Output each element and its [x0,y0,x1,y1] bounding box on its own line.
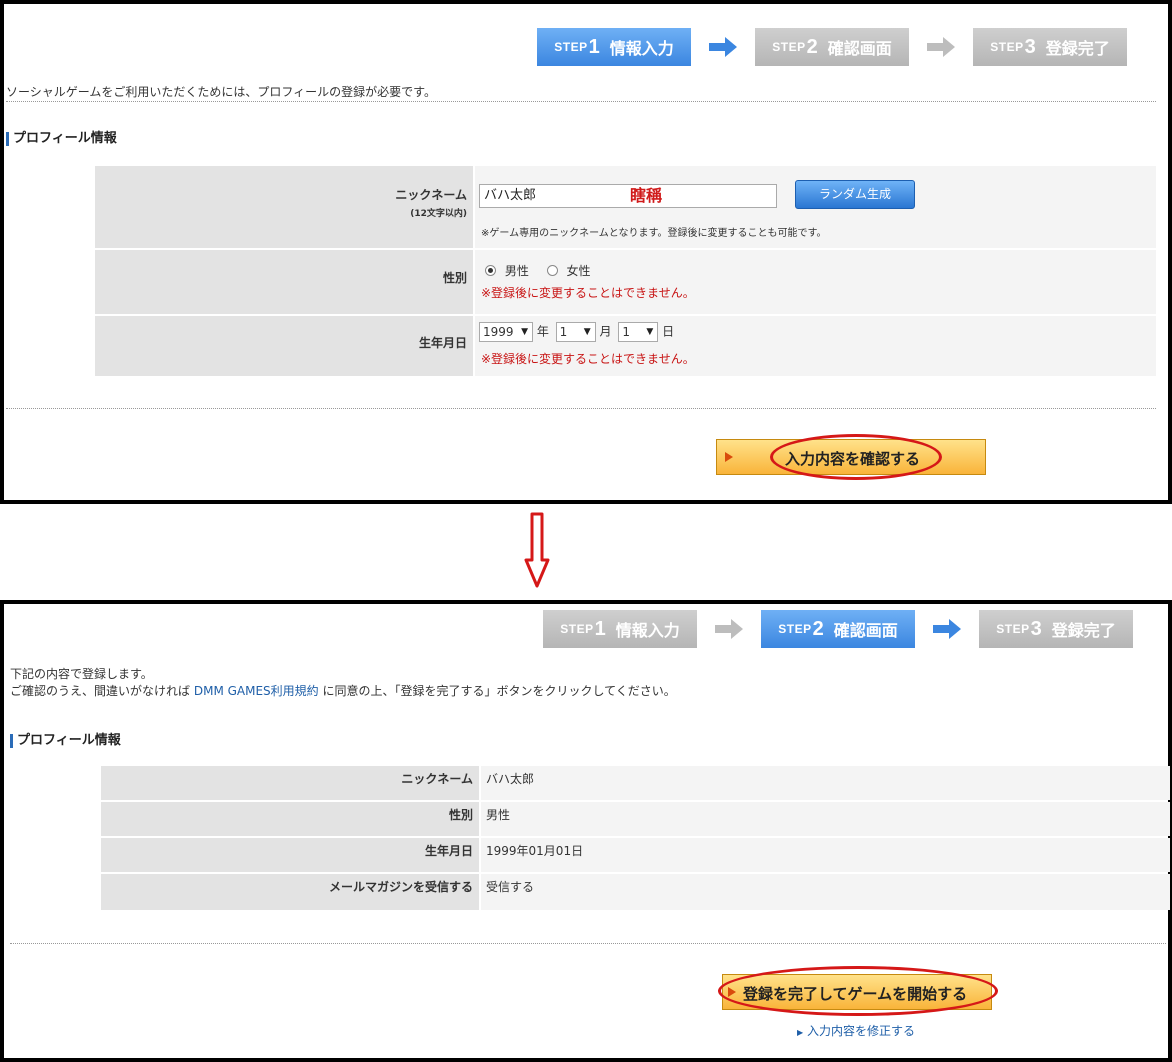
divider [6,101,1156,102]
registration-input-panel: STEP 1 情報入力 STEP 2 確認画面 STEP 3 登録完了 ソーシャルゲームをご… [0,0,1172,504]
form-row-nickname: ニックネーム (12文字以内) バハ太郎 瞎稱 ランダム生成 ※ゲーム専用のニッ… [95,166,1156,248]
gender-male-radio[interactable] [485,265,496,276]
table-row: 性別 男性 [101,802,1170,836]
step-3-complete: STEP 3 登録完了 [979,610,1133,648]
nickname-label-cell: ニックネーム (12文字以内) [95,166,473,248]
confirm-intro: 下記の内容で登録します。 ご確認のうえ、間違いがなければ DMM GAMES利用… [10,666,676,700]
nickname-limit: (12文字以内) [410,209,467,219]
row-label: ニックネーム [101,766,479,800]
section-title-profile: プロフィール情報 [6,132,117,146]
step-1-input: STEP 1 情報入力 [537,28,691,66]
row-label: 性別 [101,802,479,836]
birth-year-select[interactable]: 1999 ▼ [479,322,533,342]
terms-link[interactable]: DMM GAMES利用規約 [194,684,319,698]
step-3-complete: STEP 3 登録完了 [973,28,1127,66]
play-triangle-icon [725,452,733,462]
edit-input-link-wrap: ▶ 入力内容を修正する [797,1022,915,1039]
row-value: 男性 [481,802,1170,836]
step-indicator: STEP 1 情報入力 STEP 2 確認画面 STEP 3 登録完了 [543,610,1133,648]
gender-warning: ※登録後に変更することはできません。 [481,286,695,300]
step-indicator: STEP 1 情報入力 STEP 2 確認画面 STEP 3 登録完了 [537,28,1127,66]
gender-value-cell: 男性 女性 ※登録後に変更することはできません。 [475,250,1156,314]
step-1-input: STEP 1 情報入力 [543,610,697,648]
intro-line-1: 下記の内容で登録します。 [10,667,153,681]
step-arrow-right-icon [915,610,979,648]
nickname-input[interactable]: バハ太郎 瞎稱 [479,184,777,208]
nickname-note: ※ゲーム専用のニックネームとなります。登録後に変更することも可能です。 [481,228,827,239]
row-label: 生年月日 [101,838,479,872]
annotation-circle [718,966,998,1016]
row-value: 受信する [481,874,1170,910]
form-row-gender: 性別 男性 女性 ※登録後に変更することはできません。 [95,250,1156,314]
birthday-label: 生年月日 [95,316,473,376]
small-arrow-icon: ▶ [797,1028,804,1037]
gender-female-radio[interactable] [546,265,558,276]
nickname-annotation: 瞎稱 [630,186,663,205]
table-row: メールマガジンを受信する 受信する [101,874,1170,910]
birthday-value-cell: 1999 ▼ 年 1 ▼ 月 1 ▼ 日 ※登録後に変更することはできません。 [475,316,1156,376]
step-2-confirm: STEP 2 確認画面 [755,28,909,66]
step-arrow-right-icon [697,610,761,648]
form-row-birthday: 生年月日 1999 ▼ 年 1 ▼ 月 1 ▼ 日 ※登録後に変更することはできません… [95,316,1156,376]
step-arrow-right-icon [691,28,755,66]
registration-confirm-panel: STEP 1 情報入力 STEP 2 確認画面 STEP 3 登録完了 下記の内容で登録しま… [0,600,1172,1062]
nickname-label: ニックネーム [395,188,467,202]
annotation-circle [770,434,942,480]
section-title-profile: プロフィール情報 [10,734,121,748]
nickname-value-cell: バハ太郎 瞎稱 ランダム生成 ※ゲーム専用のニックネームとなります。登録後に変更… [475,166,1156,248]
divider [6,408,1156,409]
row-label: メールマガジンを受信する [101,874,479,910]
gender-male-label[interactable]: 男性 [505,264,529,278]
chevron-down-icon: ▼ [521,327,528,337]
birth-month-select[interactable]: 1 ▼ [555,322,596,342]
random-generate-button[interactable]: ランダム生成 [795,180,915,209]
gender-female-label[interactable]: 女性 [567,264,591,278]
gender-label: 性別 [95,250,473,314]
intro-text: ソーシャルゲームをご利用いただくためには、プロフィールの登録が必要です。 [6,85,436,99]
table-row: ニックネーム バハ太郎 [101,766,1170,800]
step-arrow-right-icon [909,28,973,66]
divider [10,943,1166,944]
down-arrow-icon [524,512,550,594]
chevron-down-icon: ▼ [646,327,654,337]
birth-day-select[interactable]: 1 ▼ [618,322,659,342]
birthday-selects: 1999 ▼ 年 1 ▼ 月 1 ▼ 日 [479,322,674,342]
birthday-warning: ※登録後に変更することはできません。 [481,352,695,366]
table-row: 生年月日 1999年01月01日 [101,838,1170,872]
chevron-down-icon: ▼ [583,327,591,337]
edit-input-link[interactable]: 入力内容を修正する [807,1024,915,1038]
row-value: 1999年01月01日 [481,838,1170,872]
step-2-confirm: STEP 2 確認画面 [761,610,915,648]
intro-line-2: ご確認のうえ、間違いがなければ DMM GAMES利用規約 に同意の上、「登録を… [10,684,676,698]
gender-options: 男性 女性 [485,262,591,279]
row-value: バハ太郎 [481,766,1170,800]
